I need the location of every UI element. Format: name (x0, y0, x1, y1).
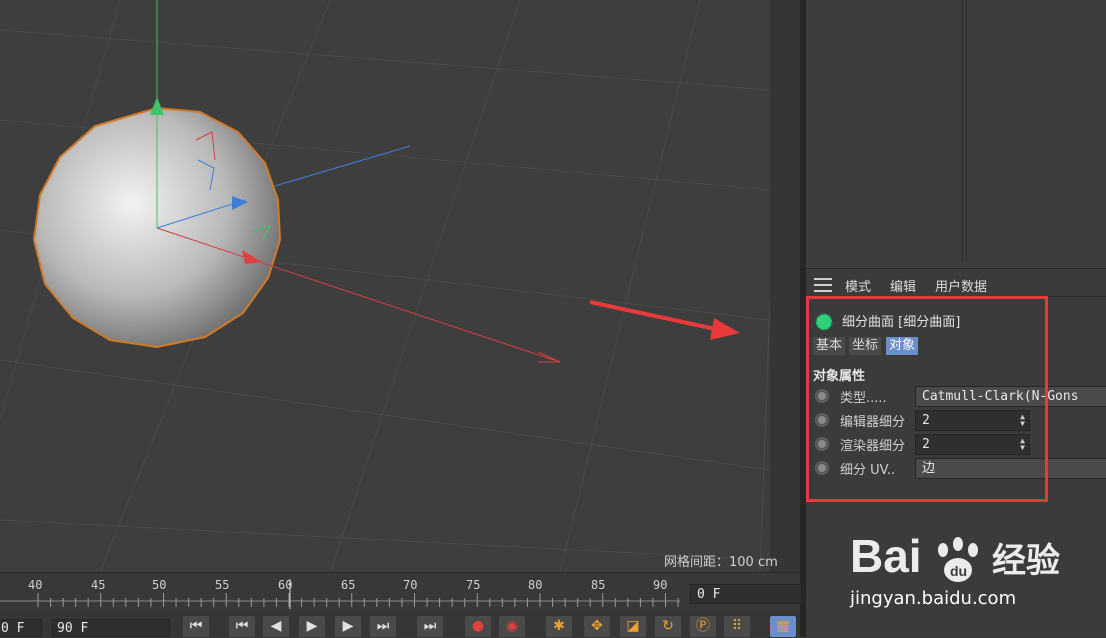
svg-text:经验: 经验 (992, 541, 1060, 581)
svg-text:Bai: Bai (850, 530, 922, 582)
param-key-icon[interactable]: Ⓟ (690, 616, 716, 637)
go-to-end-icon[interactable]: ⏭ (417, 616, 443, 637)
end-frame-field[interactable]: 90 F (52, 619, 170, 637)
tick-label: 55 (215, 578, 230, 592)
keyframe-settings-icon[interactable]: ✱ (546, 616, 572, 637)
tick-label: 80 (528, 578, 543, 592)
next-key-icon[interactable]: ⏭ (370, 616, 396, 637)
watermark-url: jingyan.baidu.com (850, 588, 1017, 609)
menu-user-data[interactable]: 用户数据 (935, 276, 987, 295)
point-level-icon[interactable]: ⠿ (724, 616, 750, 637)
tick-label: 70 (403, 578, 418, 592)
scale-key-icon[interactable]: ◪ (620, 616, 646, 637)
object-manager[interactable] (806, 0, 1106, 269)
prev-key-icon[interactable]: ⏮ (229, 616, 255, 637)
play-icon[interactable]: ▶ (299, 616, 325, 637)
end-frame-value: 90 F (57, 621, 89, 636)
svg-text:du: du (950, 563, 967, 579)
autokey-icon[interactable]: ◉ (499, 616, 525, 637)
timeline-window-icon[interactable]: ▦ (770, 616, 796, 637)
tick-label: 45 (91, 578, 106, 592)
timeline-ruler[interactable] (0, 572, 800, 613)
tick-label: 40 (28, 578, 43, 592)
tick-label: 60 (278, 578, 293, 592)
menu-icon[interactable] (814, 278, 832, 292)
next-frame-icon[interactable]: ▶ (335, 616, 361, 637)
tick-label: 85 (591, 578, 606, 592)
move-key-icon[interactable]: ✥ (584, 616, 610, 637)
viewport-scene (0, 0, 770, 572)
current-frame-field[interactable]: 0 F (690, 584, 802, 604)
menu-mode[interactable]: 模式 (845, 276, 871, 295)
3d-viewport[interactable] (0, 0, 770, 572)
start-frame-field[interactable]: 0 F (0, 619, 42, 637)
go-to-start-icon[interactable]: ⏮ (183, 616, 209, 637)
tick-label: 75 (466, 578, 481, 592)
menu-edit[interactable]: 编辑 (890, 276, 916, 295)
highlight-box (806, 296, 1048, 502)
record-icon[interactable]: ● (465, 616, 491, 637)
prev-frame-icon[interactable]: ◀ (263, 616, 289, 637)
grid-spacing-readout: 网格间距：100 cm (664, 555, 778, 570)
rotate-key-icon[interactable]: ↻ (655, 616, 681, 637)
tick-label: 90 (653, 578, 668, 592)
timeline-ticks (0, 579, 680, 609)
tick-label: 65 (341, 578, 356, 592)
viewport-side-strip (770, 0, 800, 572)
current-frame-value: 0 F (697, 587, 721, 602)
start-frame-value: 0 F (1, 621, 25, 636)
tick-label: 50 (152, 578, 167, 592)
